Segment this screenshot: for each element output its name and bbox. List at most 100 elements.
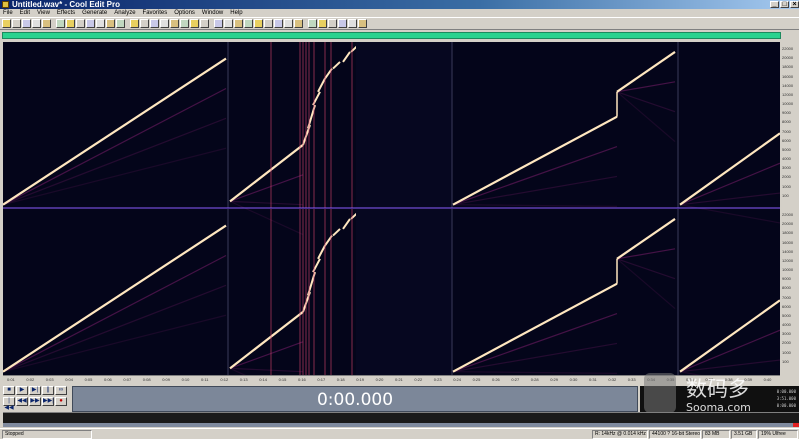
chorus-icon[interactable]	[244, 19, 253, 28]
metronome-icon[interactable]	[160, 19, 169, 28]
normalize-icon[interactable]	[200, 19, 209, 28]
frequency-tick: 14000	[782, 82, 794, 88]
spectral-view[interactable]	[3, 42, 780, 375]
help-icon[interactable]	[358, 19, 367, 28]
filter-icon[interactable]	[180, 19, 189, 28]
menu-window[interactable]: Window	[202, 9, 223, 17]
redo-icon[interactable]	[42, 19, 51, 28]
time-tick: 0:24	[453, 377, 461, 382]
level-meter-bar	[3, 423, 793, 427]
loop-icon[interactable]	[338, 19, 347, 28]
cd-icon[interactable]	[140, 19, 149, 28]
time-tick: 0:32	[608, 377, 617, 382]
envelope-icon[interactable]	[170, 19, 179, 28]
menu-effects[interactable]: Effects	[57, 9, 75, 17]
delay-icon[interactable]	[224, 19, 233, 28]
frequency-ruler: 22000 20000 18000 16000 14000 12000 10000 9000 8…	[780, 42, 799, 375]
fast-forward-button[interactable]: ▶▶	[29, 397, 41, 406]
loop-button[interactable]: ∞	[55, 386, 67, 395]
menu-view[interactable]: View	[37, 9, 50, 17]
menu-help[interactable]: Help	[230, 9, 242, 17]
status-field-4: 3.51 GB	[731, 430, 757, 439]
scrub-icon[interactable]	[348, 19, 357, 28]
frequency-tick: 22000	[782, 212, 794, 217]
current-time: 0:00.000	[316, 390, 394, 410]
silent-region	[356, 42, 452, 208]
go-to-start-button[interactable]: |◀◀	[3, 397, 15, 411]
marker-icon[interactable]	[318, 19, 327, 28]
time-tick: 0:18	[336, 377, 345, 382]
transport-controls: ■ ▶ ▶| || ∞ |◀◀ ◀◀ ▶▶ ▶▶| ●	[3, 386, 69, 411]
close-button[interactable]: ×	[790, 1, 799, 8]
noise-icon[interactable]	[264, 19, 273, 28]
cut-icon[interactable]	[66, 19, 75, 28]
frequency-tick: 22000	[782, 46, 794, 51]
time-tick: 0:28	[530, 377, 539, 382]
frequency-tick: 1000	[782, 349, 791, 355]
frequency-tick: 7000	[782, 294, 791, 300]
zoom-icon[interactable]	[96, 19, 105, 28]
paste-icon[interactable]	[76, 19, 85, 28]
snap-icon[interactable]	[328, 19, 337, 28]
go-to-end-button[interactable]: ▶▶|	[42, 397, 54, 406]
open-icon[interactable]	[12, 19, 21, 28]
undo-icon[interactable]	[32, 19, 41, 28]
tone-icon[interactable]	[308, 19, 317, 28]
time-tick: 0:20	[375, 377, 384, 382]
menu-edit[interactable]: Edit	[20, 9, 30, 17]
rewind-button[interactable]: ◀◀	[16, 397, 28, 406]
time-tick: 0:04	[65, 377, 73, 382]
minimize-button[interactable]: _	[770, 1, 779, 8]
record-button[interactable]: ●	[55, 397, 67, 406]
time-tick: 0:13	[239, 377, 248, 382]
save-icon[interactable]	[22, 19, 31, 28]
new-icon[interactable]	[2, 19, 11, 28]
multitrack-icon[interactable]	[130, 19, 139, 28]
menu-file[interactable]: File	[3, 9, 13, 17]
time-tick: 0:17	[317, 377, 326, 382]
mix-paste-icon[interactable]	[86, 19, 95, 28]
menu-analyze[interactable]: Analyze	[114, 9, 135, 17]
time-tick: 0:07	[123, 377, 132, 382]
flanger-icon[interactable]	[234, 19, 243, 28]
distortion-icon[interactable]	[254, 19, 263, 28]
status-field-1: R: 14kHz @ 0.014 kHz	[592, 430, 648, 439]
menu-generate[interactable]: Generate	[82, 9, 107, 17]
waveform-icon[interactable]	[116, 19, 125, 28]
copy-icon[interactable]	[56, 19, 65, 28]
play-to-end-button[interactable]: ▶|	[29, 386, 41, 395]
stop-button[interactable]: ■	[3, 386, 15, 395]
frequency-tick: 2000	[782, 174, 791, 180]
pitch-icon[interactable]	[284, 19, 293, 28]
play-button[interactable]: ▶	[16, 386, 28, 395]
app-icon	[2, 1, 9, 8]
spectral-icon[interactable]	[106, 19, 115, 28]
time-tick: 0:11	[201, 377, 209, 382]
overview-bar[interactable]	[2, 32, 781, 39]
maximize-button[interactable]: □	[780, 1, 789, 8]
menu-favorites[interactable]: Favorites	[143, 9, 168, 17]
settings-icon[interactable]	[150, 19, 159, 28]
frequency-tick: 1000	[782, 183, 791, 189]
time-tick: 0:15	[278, 377, 287, 382]
frequency-tick: 3000	[782, 165, 791, 171]
menu-bar: File Edit View Effects Generate Analyze …	[0, 9, 799, 17]
time-tick: 0:06	[104, 377, 112, 382]
title-bar: Untitled.wav* - Cool Edit Pro _ □ ×	[0, 0, 799, 9]
menu-options[interactable]: Options	[174, 9, 195, 17]
eq-icon[interactable]	[274, 19, 283, 28]
pause-button[interactable]: ||	[42, 386, 54, 395]
level-meter	[3, 412, 799, 427]
watermark-logo-icon	[644, 373, 676, 413]
reverb-icon[interactable]	[214, 19, 223, 28]
time-tick: 0:22	[414, 377, 423, 382]
amplify-icon[interactable]	[190, 19, 199, 28]
time-tick: 0:12	[220, 377, 229, 382]
toolbar	[0, 17, 799, 30]
time-tick: 0:25	[472, 377, 481, 382]
stretch-icon[interactable]	[294, 19, 303, 28]
time-tick: 0:30	[569, 377, 578, 382]
frequency-tick: 100	[782, 192, 789, 198]
frequency-tick: 14000	[782, 248, 794, 254]
frequency-tick: 8000	[782, 119, 791, 125]
